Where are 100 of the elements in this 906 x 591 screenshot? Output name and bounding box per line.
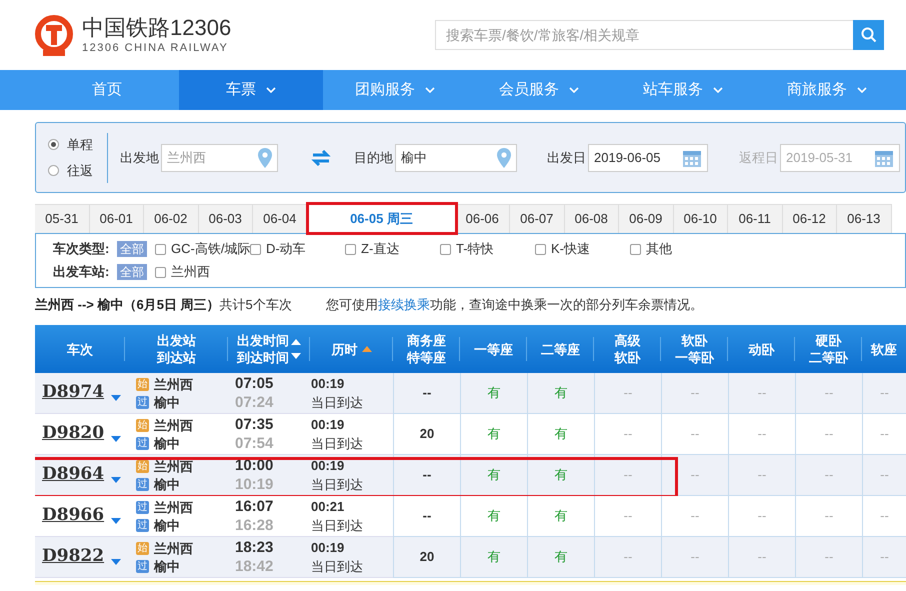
duration: 00:19 bbox=[311, 416, 346, 434]
train-number-link[interactable]: D8966 bbox=[42, 503, 104, 529]
passing-station-badge: 过 bbox=[136, 436, 149, 450]
seat-availability: -- bbox=[880, 548, 889, 566]
radio-option[interactable]: 往返 bbox=[48, 160, 93, 180]
swap-arrows-icon bbox=[311, 150, 331, 166]
column-header: 软卧 bbox=[680, 332, 708, 349]
dropdown-arrow-icon bbox=[111, 395, 122, 401]
seat-availability: -- bbox=[690, 384, 700, 402]
date-tab[interactable]: 06-04 bbox=[253, 204, 308, 233]
seat-availability: -- bbox=[824, 466, 834, 484]
search-button[interactable] bbox=[853, 20, 884, 50]
date-tab[interactable]: 06-10 bbox=[674, 204, 728, 233]
input-field[interactable]: 榆中 bbox=[395, 144, 517, 172]
checkbox-option[interactable]: T-特快 bbox=[440, 239, 535, 259]
logo-subtitle: 12306 CHINA RAILWAY bbox=[82, 41, 230, 55]
date-tab[interactable]: 06-02 bbox=[144, 204, 198, 233]
station-name: 兰州西 bbox=[154, 498, 193, 516]
nav-tab[interactable]: 车票 bbox=[179, 70, 323, 110]
train-number-link[interactable]: D9820 bbox=[42, 421, 104, 447]
date-tab[interactable]: 06-09 bbox=[619, 204, 674, 233]
date-tab[interactable]: 05-31 bbox=[35, 204, 90, 233]
date-tab[interactable]: 06-05 周三 bbox=[308, 204, 456, 233]
column-header: 车次 bbox=[67, 340, 93, 358]
column-header: 出发站 bbox=[157, 332, 196, 349]
train-number-link[interactable]: D8974 bbox=[42, 380, 104, 406]
arrival-day: 当日到达 bbox=[311, 393, 393, 412]
search-icon bbox=[860, 27, 876, 43]
logo-title: 中国铁路12306 bbox=[82, 15, 232, 41]
seat-availability: -- bbox=[758, 548, 766, 566]
seat-availability: -- bbox=[880, 425, 889, 444]
seat-availability: -- bbox=[624, 425, 632, 444]
sort-down-icon bbox=[291, 353, 301, 359]
field-label: 出发地 bbox=[120, 148, 159, 167]
passing-station-badge: 过 bbox=[136, 478, 149, 490]
duration: 00:21 bbox=[311, 498, 346, 516]
radio-option[interactable]: 单程 bbox=[48, 135, 93, 154]
train-number-link[interactable]: D8964 bbox=[42, 462, 104, 488]
seat-availability: -- bbox=[824, 384, 834, 402]
passing-station-badge: 过 bbox=[136, 560, 149, 572]
search-field[interactable]: 搜索车票/餐饮/常旅客/相关规章 bbox=[435, 20, 854, 50]
checkbox-option[interactable]: GC-高铁/城际 bbox=[155, 239, 250, 259]
departure-time: 07:05 bbox=[235, 374, 274, 393]
duration: 00:19 bbox=[311, 539, 346, 557]
origin-station-badge: 始 bbox=[136, 460, 149, 472]
seat-availability: -- bbox=[824, 507, 834, 526]
date-tab[interactable]: 06-03 bbox=[198, 204, 253, 233]
departure-time: 10:00 bbox=[235, 456, 274, 475]
column-header: 商务座 bbox=[407, 332, 446, 349]
origin-station-badge: 始 bbox=[136, 542, 149, 554]
input-field[interactable]: 2019-06-05 bbox=[588, 144, 708, 172]
date-tab[interactable]: 06-12 bbox=[782, 204, 837, 233]
transfer-link[interactable]: 接续换乘 bbox=[378, 297, 430, 312]
origin-station-badge: 始 bbox=[136, 418, 149, 432]
seat-availability: 有 bbox=[488, 466, 500, 484]
seat-availability: 有 bbox=[554, 548, 568, 566]
arrival-day: 当日到达 bbox=[311, 557, 393, 576]
checkbox-option[interactable]: D-动车 bbox=[250, 239, 345, 259]
seat-availability: -- bbox=[624, 507, 632, 526]
date-tab[interactable]: 06-13 bbox=[837, 204, 892, 233]
station-name: 榆中 bbox=[154, 476, 180, 492]
arrival-time: 18:42 bbox=[235, 557, 274, 576]
seat-availability: -- bbox=[880, 507, 889, 526]
seat-availability: -- bbox=[758, 507, 766, 526]
seat-availability: 有 bbox=[554, 384, 568, 402]
date-tab[interactable]: 06-06 bbox=[456, 204, 510, 233]
field-label: 出发日 bbox=[547, 148, 586, 167]
seat-availability: -- bbox=[690, 507, 700, 526]
arrival-day: 当日到达 bbox=[311, 516, 393, 535]
date-tab[interactable]: 06-11 bbox=[728, 204, 782, 233]
checkbox-option[interactable]: 兰州西 bbox=[155, 262, 250, 282]
column-header: 二等座 bbox=[541, 340, 580, 358]
logo-icon bbox=[34, 14, 74, 58]
origin-station-badge: 始 bbox=[136, 378, 149, 390]
seat-availability: -- bbox=[690, 548, 700, 566]
station-name: 榆中 bbox=[154, 558, 180, 574]
dropdown-arrow-icon bbox=[111, 477, 122, 483]
sort-up-icon bbox=[291, 339, 301, 345]
seat-availability: -- bbox=[690, 466, 700, 484]
checkbox-option[interactable]: Z-直达 bbox=[345, 239, 440, 259]
seat-availability: 有 bbox=[554, 466, 568, 484]
seat-availability: -- bbox=[880, 384, 889, 402]
train-number-link[interactable]: D9822 bbox=[42, 544, 104, 570]
station-name: 榆中 bbox=[154, 394, 180, 410]
column-header: 特等座 bbox=[407, 349, 446, 366]
seat-availability: -- bbox=[824, 548, 834, 566]
filter-label: 出发车站: bbox=[53, 263, 110, 282]
date-tab[interactable]: 06-08 bbox=[564, 204, 619, 233]
seat-availability: 有 bbox=[488, 425, 500, 444]
date-tab[interactable]: 06-01 bbox=[90, 204, 144, 233]
sort-up-icon bbox=[362, 346, 372, 352]
seat-availability: -- bbox=[824, 425, 834, 444]
departure-time: 18:23 bbox=[235, 538, 274, 557]
checkbox-option[interactable]: K-快速 bbox=[535, 239, 630, 259]
date-tab[interactable]: 06-07 bbox=[510, 204, 564, 233]
seat-availability: 有 bbox=[488, 507, 500, 526]
seat-availability: -- bbox=[422, 507, 432, 526]
checkbox-option[interactable]: 其他 bbox=[630, 239, 725, 259]
station-name: 榆中 bbox=[154, 516, 180, 534]
passing-station-badge: 过 bbox=[136, 396, 149, 408]
